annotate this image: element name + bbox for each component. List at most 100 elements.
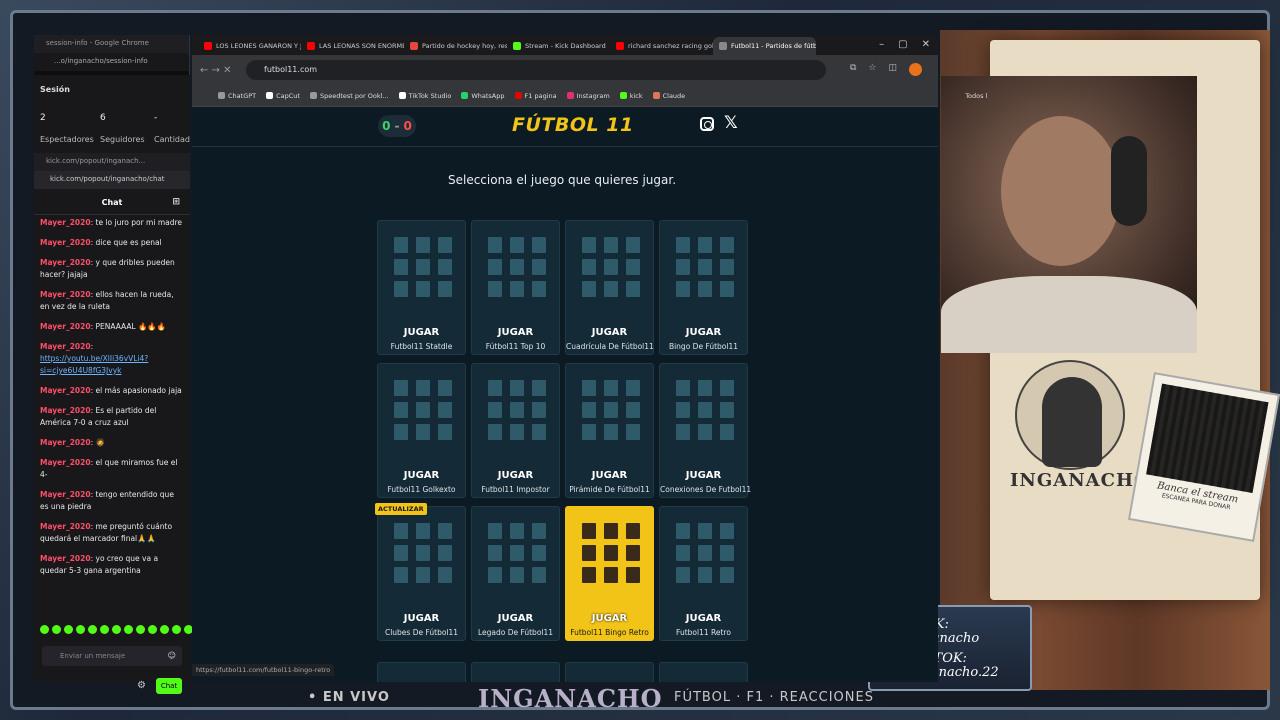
bookmark-label: kick: [629, 91, 643, 100]
close-icon[interactable]: ✕: [922, 39, 930, 50]
gear-icon[interactable]: ⚙: [137, 680, 146, 691]
chat-username[interactable]: Mayer_2020: [40, 458, 91, 467]
tab-label: LOS LEONES GANARON Y J...: [216, 42, 301, 50]
browser-tab[interactable]: Futbol11 - Partidos de fútb...: [713, 37, 816, 55]
bookmark-item[interactable]: ChatGPT: [218, 92, 256, 100]
stat-viewers: 2 Espectadores: [40, 113, 94, 144]
game-thumbnail: [482, 517, 551, 587]
chat-username[interactable]: Mayer_2020: [40, 490, 91, 499]
tab-label: LAS LEONAS SON ENORME...: [319, 42, 404, 50]
emoji-icon[interactable]: ☺: [168, 651, 176, 660]
next-row-cards: [377, 662, 748, 682]
browser-tab[interactable]: LOS LEONES GANARON Y J...: [198, 37, 301, 55]
bookmark-item[interactable]: WhatsApp: [461, 92, 505, 100]
translate-icon[interactable]: ⧉: [850, 63, 856, 76]
bookmark-item[interactable]: kick: [619, 91, 643, 100]
minimize-icon[interactable]: –: [879, 39, 884, 50]
bookmark-label: F1 pagina: [524, 91, 557, 100]
stream-bottom-bar: • EN VIVO INGANACHO FÚTBOL · F1 · REACCI…: [190, 682, 1090, 720]
stat-viewers-label: Espectadores: [40, 135, 94, 144]
game-card[interactable]: JUGAR Cuadrícula De Fútbol11: [565, 220, 654, 355]
bookmark-item[interactable]: CapCut: [266, 92, 300, 100]
game-card[interactable]: JUGAR Futbol11 Impostor: [471, 363, 560, 498]
stat-count-value: -: [154, 113, 158, 123]
chat-username[interactable]: Mayer_2020: [40, 406, 91, 415]
chat-text: : te lo juro por mi madre: [90, 218, 183, 227]
chat-username[interactable]: Mayer_2020: [40, 258, 91, 267]
game-thumbnail: [670, 231, 739, 301]
chat-username[interactable]: Mayer_2020: [40, 554, 91, 563]
donation-qr: Banca el stream ESCANEA PARA DONAR: [1127, 372, 1280, 542]
chat-send-button[interactable]: Chat: [156, 678, 182, 694]
game-thumbnail: [482, 374, 551, 444]
address-bar: ← → ✕ futbol11.com ⧉ ☆ ◫: [192, 55, 938, 85]
game-name: Conexiones De Futbol11: [660, 485, 752, 494]
score-away: 0: [403, 119, 412, 133]
chat-header: Chat ⊞: [34, 189, 190, 215]
url-field[interactable]: futbol11.com: [246, 60, 826, 80]
browser-tab[interactable]: Partido de hockey hoy, resu...: [404, 37, 507, 55]
game-card[interactable]: JUGAR Fútbol11 Top 10: [471, 220, 560, 355]
game-card[interactable]: ACTUALIZAR JUGAR Clubes De Fútbol11: [375, 503, 466, 641]
game-name: Bingo De Fútbol11: [668, 342, 739, 351]
bookmark-item[interactable]: Speedtest por Ookl...: [309, 92, 389, 100]
bookmark-item[interactable]: F1 pagina: [514, 91, 557, 100]
bookmark-item[interactable]: TikTok Studio: [398, 92, 451, 100]
chat-username[interactable]: Mayer_2020: [40, 438, 91, 447]
bookmark-item[interactable]: Claude: [652, 92, 685, 100]
gift-icon[interactable]: ⊞: [172, 197, 180, 207]
game-thumbnail: [576, 374, 645, 444]
browser-tab[interactable]: richard sanchez racing gole...: [610, 37, 713, 55]
instagram-icon[interactable]: [700, 117, 714, 131]
game-name: Clubes De Fútbol11: [384, 628, 459, 637]
game-card[interactable]: JUGAR Conexiones De Futbol11: [659, 363, 752, 498]
status-url: https://futbol11.com/futbol11-bingo-retr…: [192, 664, 335, 676]
bookmark-item[interactable]: Instagram: [566, 92, 610, 100]
chat-link[interactable]: https://youtu.be/XlIi36vVLi4?si=cjye6U4U…: [40, 353, 184, 377]
game-card[interactable]: JUGAR Futbol11 Golkexto: [377, 363, 466, 498]
chat-username[interactable]: Mayer_2020: [40, 322, 91, 331]
extensions-icon[interactable]: ◫: [888, 63, 897, 76]
tab-label: richard sanchez racing gole...: [628, 42, 713, 50]
game-card[interactable]: JUGAR Futbol11 Retro: [659, 506, 748, 641]
chat-input[interactable]: Enviar un mensaje ☺: [42, 646, 182, 666]
bookmark-star-icon[interactable]: ☆: [868, 63, 876, 76]
game-thumbnail: [482, 231, 551, 301]
all-bookmarks[interactable]: Todos l: [965, 92, 987, 100]
chat-username[interactable]: Mayer_2020: [40, 386, 91, 395]
browser-tab[interactable]: Stream - Kick Dashboard: [507, 37, 610, 55]
chat-window: session-info - Google Chrome ...o/ingana…: [34, 35, 203, 694]
tab-favicon-icon: [616, 42, 624, 50]
chat-username[interactable]: Mayer_2020: [40, 290, 91, 299]
popout-address[interactable]: kick.com/popout/inganacho/chat: [34, 171, 190, 189]
tab-favicon-icon: [204, 42, 212, 50]
game-card[interactable]: JUGAR Legado De Fútbol11: [471, 506, 560, 641]
browser-window: LOS LEONES GANARON Y J... LAS LEONAS SON …: [192, 35, 987, 682]
game-card[interactable]: JUGAR Futbol11 Statdle: [377, 220, 466, 355]
chat-username[interactable]: Mayer_2020: [40, 218, 91, 227]
game-name: Futbol11 Bingo Retro: [570, 628, 649, 637]
maximize-icon[interactable]: ▢: [898, 39, 907, 50]
game-grid: JUGAR Futbol11 Statdle JUGAR Fútbol11 Top 1…: [375, 220, 752, 641]
game-card[interactable]: JUGAR Futbol11 Bingo Retro: [565, 506, 654, 641]
back-icon[interactable]: ← → ✕: [200, 65, 232, 76]
chat-username[interactable]: Mayer_2020: [40, 342, 91, 351]
profile-avatar[interactable]: [909, 63, 922, 76]
toolbar-icons: ⧉ ☆ ◫: [850, 63, 922, 76]
bookmark-label: ChatGPT: [228, 91, 257, 100]
chat-text: : dice que es penal: [90, 238, 162, 247]
chat-username[interactable]: Mayer_2020: [40, 522, 91, 531]
emote-bar[interactable]: [40, 625, 193, 634]
browser-tab[interactable]: LAS LEONAS SON ENORME...: [301, 37, 404, 55]
game-card[interactable]: JUGAR Bingo De Fútbol11: [659, 220, 748, 355]
webcam-face: [1001, 116, 1121, 266]
page-prompt: Selecciona el juego que quieres jugar.: [447, 173, 677, 187]
x-icon[interactable]: 𝕏: [724, 113, 738, 133]
chat-username[interactable]: Mayer_2020: [40, 238, 91, 247]
site-logo[interactable]: FÚTBOL 11: [512, 114, 634, 136]
session-url[interactable]: ...o/inganacho/session-info: [34, 53, 189, 71]
game-card[interactable]: JUGAR Pirámide De Fútbol11: [565, 363, 654, 498]
score-badge: 0-0: [378, 115, 416, 137]
game-thumbnail: [670, 517, 739, 587]
game-name: Futbol11 Statdle: [390, 342, 453, 351]
